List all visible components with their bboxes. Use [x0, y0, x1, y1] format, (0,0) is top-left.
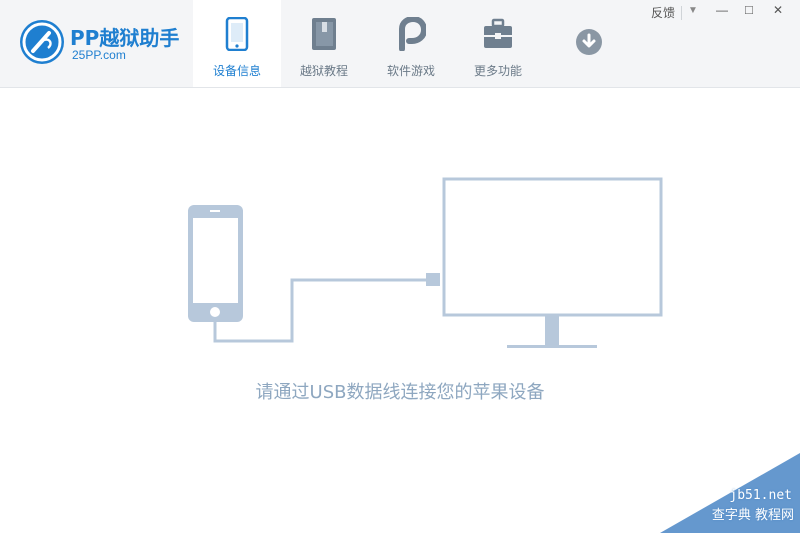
monitor-icon	[442, 177, 663, 348]
watermark-site: jb51.net	[729, 488, 792, 503]
usb-cable	[213, 278, 428, 343]
connect-instruction-text: 请通过USB数据线连接您的苹果设备	[255, 382, 545, 403]
usb-plug	[426, 273, 440, 286]
iphone-icon	[188, 205, 243, 322]
watermark: jb51.net 查字典 教程网	[660, 453, 800, 533]
watermark-caption: 查字典 教程网	[711, 508, 794, 523]
